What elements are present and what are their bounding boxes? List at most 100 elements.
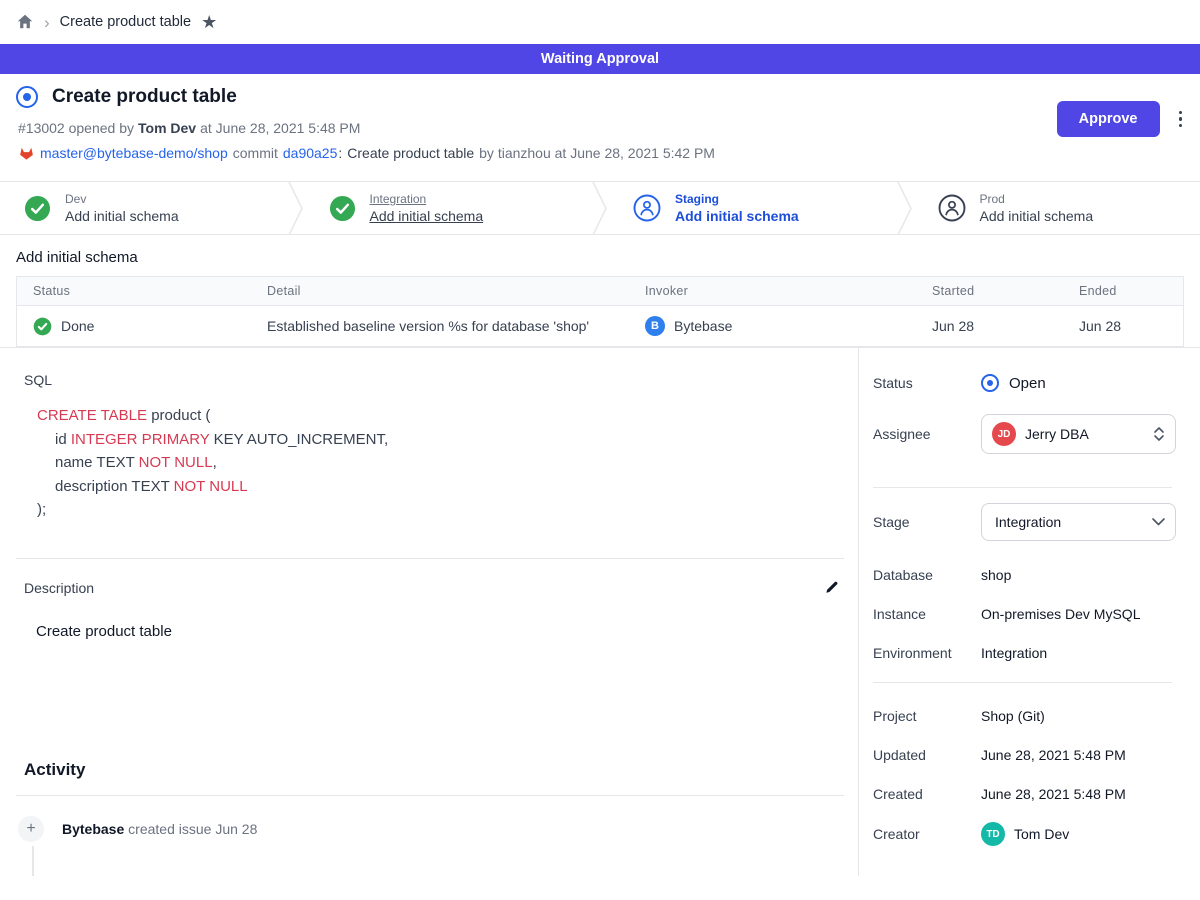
commit-message: Create product table bbox=[347, 145, 474, 161]
activity-title: Activity bbox=[24, 760, 844, 780]
timeline-line bbox=[32, 846, 34, 876]
plus-icon: + bbox=[18, 816, 44, 842]
sidebar-label-environment: Environment bbox=[873, 645, 981, 661]
stage-separator bbox=[896, 182, 914, 234]
issue-open-icon bbox=[16, 86, 38, 108]
section-divider bbox=[16, 558, 844, 559]
column-detail: Detail bbox=[251, 284, 629, 298]
pencil-icon bbox=[824, 579, 840, 595]
avatar: B bbox=[645, 316, 665, 336]
commit-byline: by tianzhou at June 28, 2021 5:42 PM bbox=[479, 145, 715, 161]
issue-header: Create product table #13002 opened by To… bbox=[0, 74, 1200, 181]
updown-chevron-icon bbox=[1153, 425, 1165, 443]
task-status-cell: Done bbox=[17, 317, 251, 336]
instance-value: On-premises Dev MySQL bbox=[981, 606, 1140, 622]
stage-separator bbox=[287, 182, 305, 234]
check-circle-icon bbox=[329, 195, 356, 222]
commit-colon: : bbox=[338, 145, 342, 161]
commit-hash-link[interactable]: da90a25 bbox=[283, 145, 338, 161]
commit-word: commit bbox=[233, 145, 278, 161]
column-ended: Ended bbox=[1063, 284, 1183, 298]
task-ended-cell: Jun 28 bbox=[1063, 318, 1183, 334]
project-value: Shop (Git) bbox=[981, 708, 1045, 724]
stage-select[interactable]: Integration bbox=[981, 503, 1176, 541]
home-icon[interactable] bbox=[16, 13, 34, 31]
task-status-text: Done bbox=[61, 318, 94, 334]
stage-task-label: Add initial schema bbox=[980, 207, 1094, 225]
favorite-star-icon[interactable]: ★ bbox=[201, 13, 217, 31]
page-title: Create product table bbox=[52, 86, 237, 108]
task-detail-cell: Established baseline version %s for data… bbox=[251, 318, 629, 334]
person-circle-icon bbox=[938, 194, 966, 222]
task-table-header: Status Detail Invoker Started Ended bbox=[17, 277, 1183, 306]
check-circle-icon bbox=[24, 195, 51, 222]
commit-branch-link[interactable]: master@bytebase-demo/shop bbox=[40, 145, 228, 161]
edit-description-button[interactable] bbox=[822, 577, 842, 600]
commit-row: master@bytebase-demo/shop commit da90a25… bbox=[18, 145, 1184, 161]
stage-env-label: Integration bbox=[370, 191, 484, 207]
issue-main-panel: SQL CREATE TABLE product ( id INTEGER PR… bbox=[0, 348, 858, 876]
invoker-name: Bytebase bbox=[674, 318, 732, 334]
sidebar-label-instance: Instance bbox=[873, 606, 981, 622]
description-text[interactable]: Create product table bbox=[36, 623, 844, 640]
sql-statement: CREATE TABLE product ( id INTEGER PRIMAR… bbox=[37, 404, 844, 522]
sidebar-label-database: Database bbox=[873, 567, 981, 583]
task-started-cell: Jun 28 bbox=[916, 318, 1063, 334]
issue-id-text: #13002 opened by bbox=[18, 120, 134, 136]
stage-integration[interactable]: Integration Add initial schema bbox=[305, 182, 592, 234]
column-invoker: Invoker bbox=[629, 284, 916, 298]
activity-actor: Bytebase bbox=[62, 821, 124, 837]
issue-meta: #13002 opened by Tom Dev at June 28, 202… bbox=[18, 120, 1184, 136]
breadcrumb: › Create product table ★ bbox=[0, 0, 1200, 44]
chevron-down-icon bbox=[1152, 518, 1165, 526]
section-divider bbox=[16, 795, 844, 796]
stage-separator bbox=[591, 182, 609, 234]
task-section-title: Add initial schema bbox=[16, 249, 1184, 266]
table-row[interactable]: Done Established baseline version %s for… bbox=[17, 306, 1183, 346]
stage-env-label: Prod bbox=[980, 191, 1094, 207]
breadcrumb-current: Create product table bbox=[60, 14, 191, 30]
stage-dev[interactable]: Dev Add initial schema bbox=[0, 182, 287, 234]
open-status-icon bbox=[981, 374, 999, 392]
gitlab-icon bbox=[18, 145, 35, 161]
pipeline: Dev Add initial schema Integration Add i… bbox=[0, 181, 1200, 235]
activity-item: + Bytebase created issue Jun 28 bbox=[18, 816, 844, 842]
creator-value: TD Tom Dev bbox=[981, 822, 1069, 846]
avatar: TD bbox=[981, 822, 1005, 846]
status-value: Open bbox=[981, 374, 1046, 392]
stage-env-label: Staging bbox=[675, 191, 799, 207]
stage-staging[interactable]: Staging Add initial schema bbox=[609, 182, 896, 234]
assignee-select[interactable]: JD Jerry DBA bbox=[981, 414, 1176, 454]
stage-prod[interactable]: Prod Add initial schema bbox=[914, 182, 1200, 234]
task-invoker-cell: B Bytebase bbox=[629, 316, 916, 336]
column-started: Started bbox=[916, 284, 1063, 298]
stage-task-label: Add initial schema bbox=[65, 207, 179, 225]
environment-value: Integration bbox=[981, 645, 1047, 661]
sidebar-label-status: Status bbox=[873, 375, 981, 391]
breadcrumb-separator-icon: › bbox=[44, 14, 50, 31]
approve-button[interactable]: Approve bbox=[1057, 101, 1160, 137]
updated-value: June 28, 2021 5:48 PM bbox=[981, 747, 1126, 763]
sidebar-label-created: Created bbox=[873, 786, 981, 802]
sidebar-label-creator: Creator bbox=[873, 826, 981, 842]
avatar: JD bbox=[992, 422, 1016, 446]
stage-task-label: Add initial schema bbox=[370, 207, 484, 225]
stage-env-label: Dev bbox=[65, 191, 179, 207]
sql-label: SQL bbox=[24, 372, 844, 388]
sidebar-divider bbox=[873, 487, 1172, 488]
sidebar-label-stage: Stage bbox=[873, 514, 981, 530]
task-table: Status Detail Invoker Started Ended Done… bbox=[16, 276, 1184, 347]
issue-opened-time: at June 28, 2021 5:48 PM bbox=[200, 120, 360, 136]
issue-author: Tom Dev bbox=[138, 120, 196, 136]
sidebar-divider bbox=[873, 682, 1172, 683]
activity-action: created issue Jun 28 bbox=[128, 821, 257, 837]
issue-sidebar: Status Open Assignee JD Jerry DBA Stage … bbox=[858, 348, 1200, 876]
created-value: June 28, 2021 5:48 PM bbox=[981, 786, 1126, 802]
sidebar-label-project: Project bbox=[873, 708, 981, 724]
column-status: Status bbox=[17, 284, 251, 298]
approval-banner: Waiting Approval bbox=[0, 44, 1200, 74]
more-options-icon[interactable] bbox=[1177, 107, 1185, 132]
sidebar-label-updated: Updated bbox=[873, 747, 981, 763]
person-circle-icon bbox=[633, 194, 661, 222]
task-section: Add initial schema Status Detail Invoker… bbox=[0, 249, 1200, 347]
